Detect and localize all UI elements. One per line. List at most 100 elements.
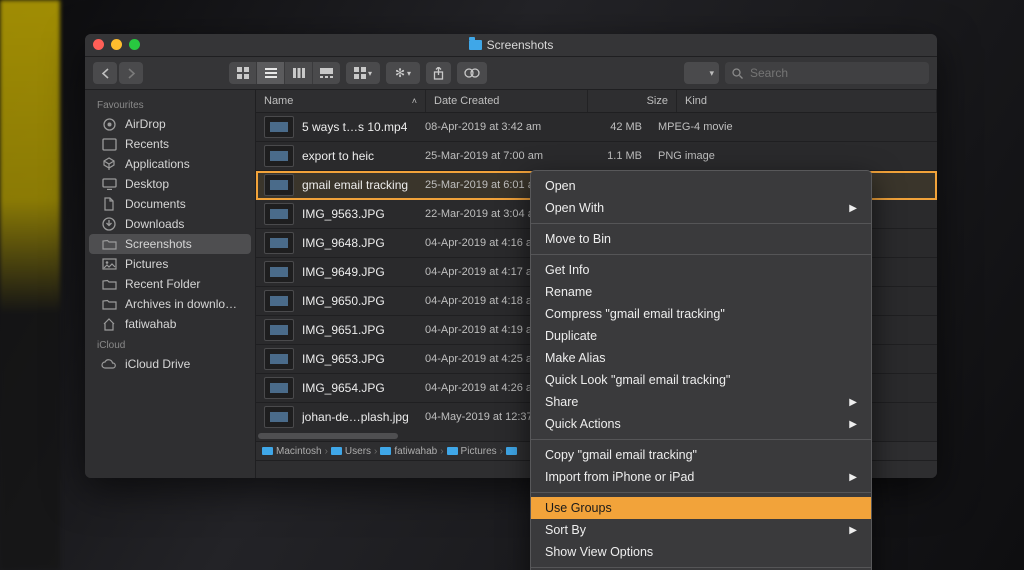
file-date: 08-Apr-2019 at 3:42 am bbox=[417, 121, 570, 133]
menu-item-label: Make Alias bbox=[545, 351, 605, 365]
back-button[interactable] bbox=[93, 62, 117, 84]
file-name: johan-de…plash.jpg bbox=[302, 410, 409, 424]
menu-item-open[interactable]: Open bbox=[531, 175, 871, 197]
share-button[interactable] bbox=[426, 62, 451, 84]
toolbar-dropdown[interactable]: ▾ bbox=[684, 62, 719, 84]
path-segment[interactable] bbox=[506, 447, 520, 455]
airdrop-icon bbox=[101, 117, 117, 131]
menu-item-move-to-bin[interactable]: Move to Bin bbox=[531, 228, 871, 250]
file-name: IMG_9651.JPG bbox=[302, 323, 385, 337]
menu-separator bbox=[531, 492, 871, 493]
path-segment[interactable]: Macintosh bbox=[262, 446, 322, 457]
search-field[interactable] bbox=[725, 62, 929, 84]
window-controls bbox=[93, 39, 140, 50]
sidebar-item-label: Screenshots bbox=[125, 237, 192, 251]
minimize-button[interactable] bbox=[111, 39, 122, 50]
tags-button[interactable] bbox=[457, 62, 487, 84]
submenu-arrow-icon: ▶ bbox=[849, 203, 857, 214]
menu-item-make-alias[interactable]: Make Alias bbox=[531, 347, 871, 369]
titlebar[interactable]: Screenshots bbox=[85, 34, 937, 57]
column-size[interactable]: Size bbox=[588, 90, 677, 112]
zoom-button[interactable] bbox=[129, 39, 140, 50]
folder-icon bbox=[469, 40, 482, 50]
file-thumbnail bbox=[264, 348, 294, 370]
view-mode-group bbox=[229, 62, 340, 84]
sidebar-item-applications[interactable]: Applications bbox=[89, 154, 251, 174]
chevron-right-icon: › bbox=[440, 446, 443, 457]
window-title-text: Screenshots bbox=[487, 38, 554, 52]
file-size: 1.1 MB bbox=[570, 150, 650, 162]
file-name: IMG_9650.JPG bbox=[302, 294, 385, 308]
menu-item-get-info[interactable]: Get Info bbox=[531, 259, 871, 281]
sidebar-item-documents[interactable]: Documents bbox=[89, 194, 251, 214]
sidebar-item-label: fatiwahab bbox=[125, 317, 176, 331]
menu-item-import-from-iphone-or-ipad[interactable]: Import from iPhone or iPad▶ bbox=[531, 466, 871, 488]
folder-icon bbox=[447, 447, 458, 455]
sidebar-item-fatiwahab[interactable]: fatiwahab bbox=[89, 314, 251, 334]
sidebar-item-airdrop[interactable]: AirDrop bbox=[89, 114, 251, 134]
recents-icon bbox=[101, 137, 117, 151]
submenu-arrow-icon: ▶ bbox=[849, 397, 857, 408]
menu-item-label: Copy "gmail email tracking" bbox=[545, 448, 697, 462]
menu-item-label: Duplicate bbox=[545, 329, 597, 343]
search-input[interactable] bbox=[748, 65, 922, 81]
menu-item-quick-actions[interactable]: Quick Actions▶ bbox=[531, 413, 871, 435]
view-list-button[interactable] bbox=[257, 62, 285, 84]
menu-item-label: Show View Options bbox=[545, 545, 653, 559]
column-headers: Name˄ Date Created Size Kind bbox=[256, 90, 937, 113]
menu-item-open-with[interactable]: Open With▶ bbox=[531, 197, 871, 219]
sidebar-item-label: Recents bbox=[125, 137, 169, 151]
file-row[interactable]: export to heic25-Mar-2019 at 7:00 am1.1 … bbox=[256, 142, 937, 171]
folder-icon bbox=[262, 447, 273, 455]
sidebar-item-label: Desktop bbox=[125, 177, 169, 191]
file-name: IMG_9653.JPG bbox=[302, 352, 385, 366]
view-column-button[interactable] bbox=[285, 62, 313, 84]
sidebar-item-label: AirDrop bbox=[125, 117, 166, 131]
sidebar-item-pictures[interactable]: Pictures bbox=[89, 254, 251, 274]
file-name: IMG_9654.JPG bbox=[302, 381, 385, 395]
menu-item-compress-gmail-email-tracking-[interactable]: Compress "gmail email tracking" bbox=[531, 303, 871, 325]
path-segment[interactable]: Pictures bbox=[447, 446, 497, 457]
sidebar-item-downloads[interactable]: Downloads bbox=[89, 214, 251, 234]
submenu-arrow-icon: ▶ bbox=[849, 472, 857, 483]
sidebar-item-recents[interactable]: Recents bbox=[89, 134, 251, 154]
menu-item-use-groups[interactable]: Use Groups bbox=[531, 497, 871, 519]
menu-item-quick-look-gmail-email-trackin[interactable]: Quick Look "gmail email tracking" bbox=[531, 369, 871, 391]
file-thumbnail bbox=[264, 290, 294, 312]
home-icon bbox=[101, 317, 117, 331]
action-button[interactable]: ✻▾ bbox=[386, 62, 420, 84]
view-icon-button[interactable] bbox=[229, 62, 257, 84]
file-thumbnail bbox=[264, 377, 294, 399]
pictures-icon bbox=[101, 257, 117, 271]
menu-item-duplicate[interactable]: Duplicate bbox=[531, 325, 871, 347]
path-segment[interactable]: fatiwahab bbox=[380, 446, 437, 457]
file-row[interactable]: 5 ways t…s 10.mp408-Apr-2019 at 3:42 am4… bbox=[256, 113, 937, 142]
file-name: export to heic bbox=[302, 149, 374, 163]
view-gallery-button[interactable] bbox=[313, 62, 340, 84]
sidebar-item-label: Documents bbox=[125, 197, 186, 211]
file-thumbnail bbox=[264, 174, 294, 196]
forward-button[interactable] bbox=[119, 62, 143, 84]
action-group: ✻▾ bbox=[386, 62, 420, 84]
column-kind[interactable]: Kind bbox=[677, 90, 937, 112]
close-button[interactable] bbox=[93, 39, 104, 50]
menu-item-sort-by[interactable]: Sort By▶ bbox=[531, 519, 871, 541]
menu-item-share[interactable]: Share▶ bbox=[531, 391, 871, 413]
sidebar-item-recent-folder[interactable]: Recent Folder bbox=[89, 274, 251, 294]
sidebar-item-screenshots[interactable]: Screenshots bbox=[89, 234, 251, 254]
chevron-right-icon: › bbox=[374, 446, 377, 457]
sidebar-item-icloud-drive[interactable]: iCloud Drive bbox=[89, 354, 251, 374]
file-size: 42 MB bbox=[570, 121, 650, 133]
menu-item-copy-gmail-email-tracking-[interactable]: Copy "gmail email tracking" bbox=[531, 444, 871, 466]
sidebar-item-desktop[interactable]: Desktop bbox=[89, 174, 251, 194]
downloads-icon bbox=[101, 217, 117, 231]
sidebar-item-archives-in-downlo-[interactable]: Archives in downlo… bbox=[89, 294, 251, 314]
menu-item-label: Use Groups bbox=[545, 501, 612, 515]
menu-item-show-view-options[interactable]: Show View Options bbox=[531, 541, 871, 563]
column-name[interactable]: Name˄ bbox=[256, 90, 426, 112]
column-date[interactable]: Date Created bbox=[426, 90, 588, 112]
path-segment[interactable]: Users bbox=[331, 446, 371, 457]
menu-item-label: Get Info bbox=[545, 263, 589, 277]
menu-item-rename[interactable]: Rename bbox=[531, 281, 871, 303]
arrange-button[interactable]: ▾ bbox=[346, 62, 380, 84]
